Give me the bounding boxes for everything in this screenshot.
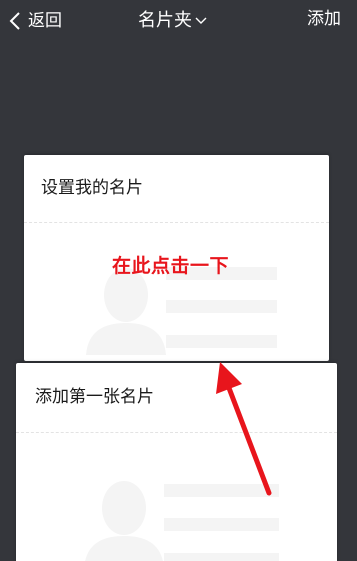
chevron-left-icon bbox=[9, 12, 20, 30]
card-holder-screen: 返回 名片夹 添加 设置我的名片 添加第一张名片 在此点击一下 bbox=[0, 0, 357, 561]
chevron-down-icon bbox=[195, 17, 207, 24]
placeholder-line bbox=[164, 518, 279, 531]
person-silhouette-icon bbox=[85, 481, 163, 561]
person-silhouette-icon bbox=[86, 268, 166, 355]
placeholder-line bbox=[164, 553, 279, 561]
page-title: 名片夹 bbox=[138, 10, 192, 31]
card-divider bbox=[24, 222, 329, 223]
my-card-title: 设置我的名片 bbox=[41, 178, 143, 198]
back-button[interactable]: 返回 bbox=[8, 8, 62, 34]
add-first-card[interactable]: 添加第一张名片 bbox=[16, 363, 337, 561]
top-navigation-bar: 返回 名片夹 添加 bbox=[0, 0, 357, 44]
add-first-card-title: 添加第一张名片 bbox=[35, 387, 154, 407]
title-dropdown[interactable]: 名片夹 bbox=[138, 8, 208, 34]
placeholder-line bbox=[164, 484, 279, 497]
add-button[interactable]: 添加 bbox=[307, 8, 341, 30]
placeholder-line bbox=[166, 300, 277, 313]
tap-hint-annotation: 在此点击一下 bbox=[112, 255, 230, 277]
card-divider bbox=[16, 432, 337, 433]
placeholder-line bbox=[166, 335, 277, 348]
back-label: 返回 bbox=[28, 11, 62, 31]
